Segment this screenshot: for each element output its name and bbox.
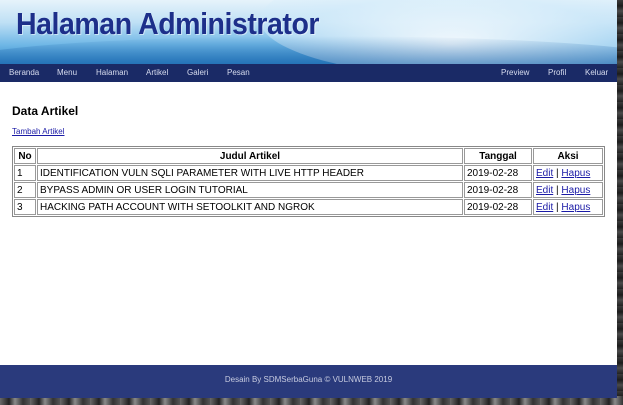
row-actions: Edit | Hapus (533, 182, 603, 198)
column-header-actions: Aksi (533, 148, 603, 164)
admin-page: Halaman Administrator Beranda Menu Halam… (0, 0, 617, 398)
table-row: 2 BYPASS ADMIN OR USER LOGIN TUTORIAL 20… (14, 182, 603, 198)
nav-galeri[interactable]: Galeri (187, 68, 208, 77)
column-header-title: Judul Artikel (37, 148, 463, 164)
edit-link[interactable]: Edit (536, 185, 553, 196)
row-title: IDENTIFICATION VULN SQLI PARAMETER WITH … (37, 165, 463, 181)
table-header-row: No Judul Artikel Tanggal Aksi (14, 148, 603, 164)
row-number: 1 (14, 165, 36, 181)
delete-link[interactable]: Hapus (561, 202, 590, 213)
edit-link[interactable]: Edit (536, 168, 553, 179)
delete-link[interactable]: Hapus (561, 168, 590, 179)
delete-link[interactable]: Hapus (561, 185, 590, 196)
row-actions: Edit | Hapus (533, 199, 603, 215)
nav-profil[interactable]: Profil (548, 68, 566, 77)
top-nav: Beranda Menu Halaman Artikel Galeri Pesa… (0, 64, 617, 82)
nav-beranda[interactable]: Beranda (9, 68, 39, 77)
column-header-date: Tanggal (464, 148, 532, 164)
action-separator: | (556, 201, 559, 213)
action-separator: | (556, 167, 559, 179)
row-number: 3 (14, 199, 36, 215)
row-number: 2 (14, 182, 36, 198)
nav-pesan[interactable]: Pesan (227, 68, 250, 77)
row-date: 2019-02-28 (464, 182, 532, 198)
articles-table: No Judul Artikel Tanggal Aksi 1 IDENTIFI… (12, 146, 605, 217)
nav-artikel[interactable]: Artikel (146, 68, 168, 77)
nav-menu[interactable]: Menu (57, 68, 77, 77)
footer: Desain By SDMSerbaGuna © VULNWEB 2019 (0, 365, 617, 398)
action-separator: | (556, 184, 559, 196)
row-title: BYPASS ADMIN OR USER LOGIN TUTORIAL (37, 182, 463, 198)
footer-text: Desain By SDMSerbaGuna © VULNWEB 2019 (224, 375, 393, 384)
row-actions: Edit | Hapus (533, 165, 603, 181)
column-header-no: No (14, 148, 36, 164)
nav-preview[interactable]: Preview (501, 68, 529, 77)
row-date: 2019-02-28 (464, 199, 532, 215)
table-row: 1 IDENTIFICATION VULN SQLI PARAMETER WIT… (14, 165, 603, 181)
main-content: Data Artikel Tambah Artikel No Judul Art… (12, 104, 606, 217)
site-title: Halaman Administrator (16, 6, 320, 41)
page-title: Data Artikel (12, 104, 79, 118)
row-date: 2019-02-28 (464, 165, 532, 181)
header-banner: Halaman Administrator (0, 0, 617, 64)
add-article-link[interactable]: Tambah Artikel (12, 127, 64, 136)
nav-halaman[interactable]: Halaman (96, 68, 128, 77)
nav-keluar[interactable]: Keluar (585, 68, 608, 77)
row-title: HACKING PATH ACCOUNT WITH SETOOLKIT AND … (37, 199, 463, 215)
table-row: 3 HACKING PATH ACCOUNT WITH SETOOLKIT AN… (14, 199, 603, 215)
edit-link[interactable]: Edit (536, 202, 553, 213)
